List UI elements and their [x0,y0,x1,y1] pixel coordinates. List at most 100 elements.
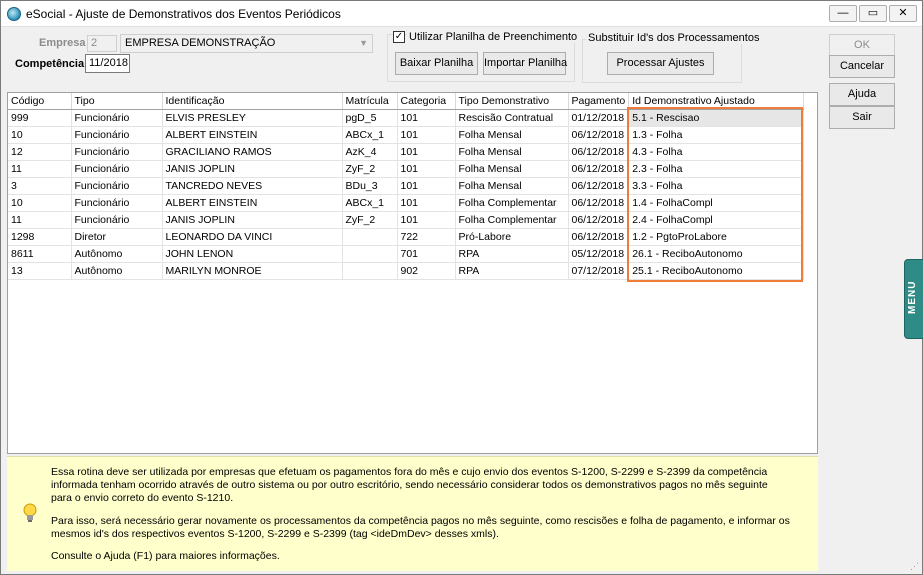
column-header-codigo[interactable]: Código [8,93,72,110]
cell-categoria: 701 [397,245,456,263]
cell-matricula: ZyF_2 [342,211,398,229]
cell-pagamento: 01/12/2018 [568,109,630,127]
cell-identificacao: ELVIS PRESLEY [162,109,343,127]
chevron-down-icon: ▼ [359,38,368,48]
cell-pagamento: 06/12/2018 [568,160,630,178]
cell-codigo: 11 [8,160,72,178]
cell-id-ajustado[interactable]: 1.3 - Folha [628,126,805,144]
cell-codigo: 999 [8,109,72,127]
info-panel: Essa rotina deve ser utilizada por empre… [7,456,818,571]
cell-codigo: 8611 [8,245,72,263]
column-header-identificacao[interactable]: Identificação [162,93,343,110]
table-row[interactable]: 3 Funcionário TANCREDO NEVES BDu_3 101 Folha … [8,177,805,195]
cell-categoria: 101 [397,126,456,144]
cell-id-ajustado[interactable]: 25.1 - ReciboAutonomo [628,262,805,280]
cell-id-ajustado[interactable]: 26.1 - ReciboAutonomo [628,245,805,263]
cell-tipo-demonstrativo: Folha Complementar [455,211,569,229]
column-header-pagamento[interactable]: Pagamento [568,93,630,110]
cell-pagamento: 06/12/2018 [568,194,630,212]
sair-button[interactable]: Sair [829,106,895,129]
cell-tipo: Funcionário [71,109,163,127]
cell-pagamento: 06/12/2018 [568,228,630,246]
cell-tipo: Funcionário [71,211,163,229]
cell-codigo: 13 [8,262,72,280]
cell-codigo: 10 [8,126,72,144]
ok-button[interactable]: OK [829,34,895,57]
cell-identificacao: JOHN LENON [162,245,343,263]
cell-categoria: 722 [397,228,456,246]
cell-categoria: 101 [397,143,456,161]
table-row[interactable]: 11 Funcionário JANIS JOPLIN ZyF_2 101 Folha C… [8,211,805,229]
table-row[interactable]: 11 Funcionário JANIS JOPLIN ZyF_2 101 Folha M… [8,160,805,178]
cell-identificacao: TANCREDO NEVES [162,177,343,195]
column-header-id-ajustado[interactable]: Id Demonstrativo Ajustado [628,93,805,110]
info-paragraph-2: Para isso, será necessário gerar novamen… [51,515,790,540]
cell-tipo-demonstrativo: Folha Complementar [455,194,569,212]
cell-categoria: 101 [397,109,456,127]
cell-tipo-demonstrativo: Pró-Labore [455,228,569,246]
cell-tipo: Funcionário [71,143,163,161]
cell-pagamento: 06/12/2018 [568,143,630,161]
window-title: eSocial - Ajuste de Demonstrativos dos E… [26,7,341,21]
cell-categoria: 101 [397,211,456,229]
substituir-group-label: Substituir Id's dos Processamentos [586,32,762,44]
app-icon [7,7,21,21]
cell-identificacao: JANIS JOPLIN [162,211,343,229]
column-header-categoria[interactable]: Categoria [397,93,456,110]
cell-codigo: 10 [8,194,72,212]
column-header-tipo[interactable]: Tipo [71,93,163,110]
cell-id-ajustado[interactable]: 2.3 - Folha [628,160,805,178]
cell-identificacao: JANIS JOPLIN [162,160,343,178]
table-row[interactable]: 8611 Autônomo JOHN LENON 701 RPA 05/12/2018 26… [8,245,805,263]
cell-identificacao: ALBERT EINSTEIN [162,194,343,212]
cell-id-ajustado[interactable]: 1.2 - PgtoProLabore [628,228,805,246]
ajuda-button[interactable]: Ajuda [829,83,895,106]
cell-id-ajustado[interactable]: 4.3 - Folha [628,143,805,161]
cell-tipo: Diretor [71,228,163,246]
cell-matricula [342,228,398,246]
resize-grip-icon[interactable]: ⋰ [910,562,920,572]
cell-id-ajustado[interactable]: 3.3 - Folha [628,177,805,195]
table-row[interactable]: 10 Funcionário ALBERT EINSTEIN ABCx_1 101 Fol… [8,126,805,144]
table-row[interactable]: 10 Funcionário ALBERT EINSTEIN ABCx_1 101 Fol… [8,194,805,212]
cell-categoria: 101 [397,177,456,195]
cell-categoria: 101 [397,194,456,212]
side-menu-tab[interactable]: MENU [904,259,923,339]
column-header-matricula[interactable]: Matrícula [342,93,398,110]
minimize-button[interactable]: — [829,5,857,22]
maximize-button[interactable]: ▭ [859,5,887,22]
close-button[interactable]: ✕ [889,5,917,22]
cell-id-ajustado[interactable]: 2.4 - FolhaCompl [628,211,805,229]
cell-matricula [342,245,398,263]
table-row[interactable]: 12 Funcionário GRACILIANO RAMOS AzK_4 101 Fol… [8,143,805,161]
cell-codigo: 12 [8,143,72,161]
competencia-field[interactable]: 11/2018 [85,54,130,73]
cell-pagamento: 06/12/2018 [568,211,630,229]
cancelar-button[interactable]: Cancelar [829,55,895,78]
baixar-planilha-button[interactable]: Baixar Planilha [395,52,478,75]
cell-id-ajustado[interactable]: 1.4 - FolhaCompl [628,194,805,212]
cell-tipo-demonstrativo: RPA [455,245,569,263]
cell-id-ajustado[interactable]: 5.1 - Rescisao [628,109,805,127]
table-row[interactable]: 999 Funcionário ELVIS PRESLEY pgD_5 101 Resci… [8,109,805,127]
cell-tipo-demonstrativo: Folha Mensal [455,143,569,161]
cell-matricula: pgD_5 [342,109,398,127]
table-row[interactable]: 1298 Diretor LEONARDO DA VINCI 722 Pró-Labor… [8,228,805,246]
empresa-select[interactable]: EMPRESA DEMONSTRAÇÃO ▼ [120,34,373,53]
cell-pagamento: 06/12/2018 [568,126,630,144]
processar-ajustes-button[interactable]: Processar Ajustes [607,52,714,75]
lightbulb-icon [23,503,37,522]
planilha-checkbox-label[interactable]: Utilizar Planilha de Preenchimento [407,31,580,43]
cell-identificacao: ALBERT EINSTEIN [162,126,343,144]
cell-tipo: Funcionário [71,160,163,178]
planilha-checkbox[interactable]: ✓ [393,31,405,43]
column-header-tipo-demonstrativo[interactable]: Tipo Demonstrativo [455,93,569,110]
empresa-code-field[interactable]: 2 [87,35,117,52]
cell-identificacao: LEONARDO DA VINCI [162,228,343,246]
cell-tipo: Funcionário [71,177,163,195]
cell-tipo-demonstrativo: Folha Mensal [455,160,569,178]
importar-planilha-button[interactable]: Importar Planilha [483,52,567,75]
demonstrativos-table[interactable]: Código Tipo Identificação Matrícula Cate… [7,92,818,454]
cell-tipo: Autônomo [71,245,163,263]
table-row[interactable]: 13 Autônomo MARILYN MONROE 902 RPA 07/12/2018… [8,262,805,280]
